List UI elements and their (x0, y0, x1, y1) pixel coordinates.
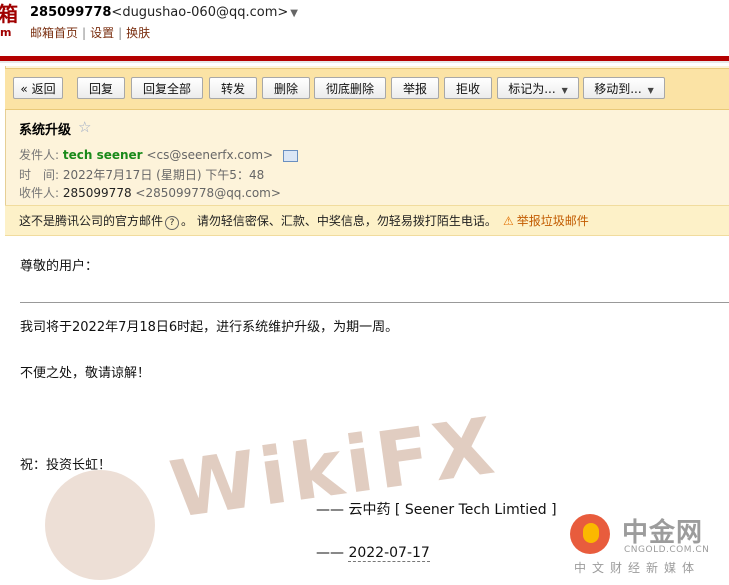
recipient-name: 285099778 (62, 186, 132, 200)
to-label: 收件人: (19, 186, 60, 200)
cngold-slogan: 中文财经新媒体 (574, 561, 701, 575)
body-line-3: 祝：投资长虹！ (20, 458, 112, 473)
date-dash: —— (316, 545, 344, 561)
warning-text-a: 这不是腾讯公司的官方邮件 (19, 214, 164, 228)
help-icon[interactable]: ? (165, 216, 180, 230)
delete-forever-button[interactable]: 彻底删除 (314, 77, 386, 99)
body-line-2: 不便之处，敬请谅解！ (20, 366, 151, 381)
security-warning-text: 这不是腾讯公司的官方邮件?。 请勿轻信密保、汇款、中奖信息，勿轻易拨打陌生电话。 (19, 212, 497, 230)
header-divider (0, 61, 729, 63)
reply-button[interactable]: 回复 (77, 77, 125, 99)
link-separator: | (82, 26, 87, 40)
content-divider (20, 302, 729, 303)
move-to-label: 移动到... (594, 82, 642, 96)
sender-row: 发件人: tech seener <cs@seenerfx.com> (19, 146, 298, 163)
reply-all-button[interactable]: 回复全部 (131, 77, 203, 99)
chevron-down-icon: ▼ (647, 86, 654, 95)
mailbox-logo[interactable]: 箱 (0, 4, 18, 24)
sender-name[interactable]: tech seener (63, 148, 143, 162)
date-value: 2022-07-17 (348, 545, 430, 562)
time-row: 时 间: 2022年7月17日 (星期日) 下午5：48 (19, 166, 264, 183)
back-button[interactable]: « 返回 (13, 77, 63, 99)
signature-dash: —— (316, 502, 344, 518)
contact-card-icon[interactable] (282, 149, 298, 162)
link-change-skin[interactable]: 换肤 (126, 26, 150, 40)
sender-email: <cs@seenerfx.com> (146, 148, 274, 162)
chevron-down-icon: ▼ (561, 86, 568, 95)
signature: —— 云中药 [ Seener Tech Limtied ] (316, 499, 557, 519)
account-dropdown-icon[interactable]: ▼ (290, 8, 298, 19)
cngold-url: CNGOLD.COM.CN (624, 545, 710, 555)
mark-as-label: 标记为... (508, 82, 556, 96)
report-spam-icon: ⚠ (503, 214, 514, 228)
link-separator: | (118, 26, 123, 40)
star-icon[interactable]: ☆ (78, 118, 91, 136)
warning-text-b: 。 请勿轻信密保、汇款、中奖信息，勿轻易拨打陌生电话。 (181, 214, 497, 228)
mark-as-button[interactable]: 标记为... ▼ (497, 77, 579, 99)
report-button[interactable]: 举报 (391, 77, 439, 99)
watermark-logo (45, 470, 155, 580)
cngold-brand: 中金网 (622, 518, 704, 548)
mailbox-logo-sub: m (0, 26, 12, 39)
report-spam-label: 举报垃圾邮件 (516, 214, 589, 228)
delete-button[interactable]: 删除 (262, 77, 310, 99)
cngold-logo-inner (583, 523, 599, 543)
mail-header: 箱 m 285099778<dugushao-060@qq.com> ▼ 邮箱首页… (0, 0, 729, 58)
recipient-row: 收件人: 285099778 <285099778@qq.com> (19, 184, 281, 201)
signature-date: —— 2022-07-17 (316, 545, 430, 562)
recipient-email: <285099778@qq.com> (135, 186, 281, 200)
signature-name: 云中药 [ Seener Tech Limtied ] (348, 502, 557, 518)
greeting: 尊敬的用户： (20, 259, 99, 274)
report-spam-link[interactable]: ⚠ 举报垃圾邮件 (503, 212, 589, 229)
time-label: 时 间: (19, 168, 60, 182)
email-subject: 系统升级 (19, 123, 72, 138)
link-settings[interactable]: 设置 (90, 26, 114, 40)
body-line-1: 我司将于2022年7月18日6时起，进行系统维护升级，为期一周。 (20, 320, 399, 335)
forward-button[interactable]: 转发 (209, 77, 257, 99)
from-label: 发件人: (19, 148, 60, 162)
move-to-button[interactable]: 移动到... ▼ (583, 77, 665, 99)
reject-button[interactable]: 拒收 (444, 77, 492, 99)
account-id: 285099778 (30, 5, 112, 20)
link-mail-home[interactable]: 邮箱首页 (30, 26, 78, 40)
account-email: <dugushao-060@qq.com> (111, 5, 289, 20)
time-value: 2022年7月17日 (星期日) 下午5：48 (62, 168, 265, 182)
header-links: 邮箱首页 | 设置 | 换肤 (30, 24, 150, 41)
account-info[interactable]: 285099778<dugushao-060@qq.com> ▼ (30, 5, 298, 20)
